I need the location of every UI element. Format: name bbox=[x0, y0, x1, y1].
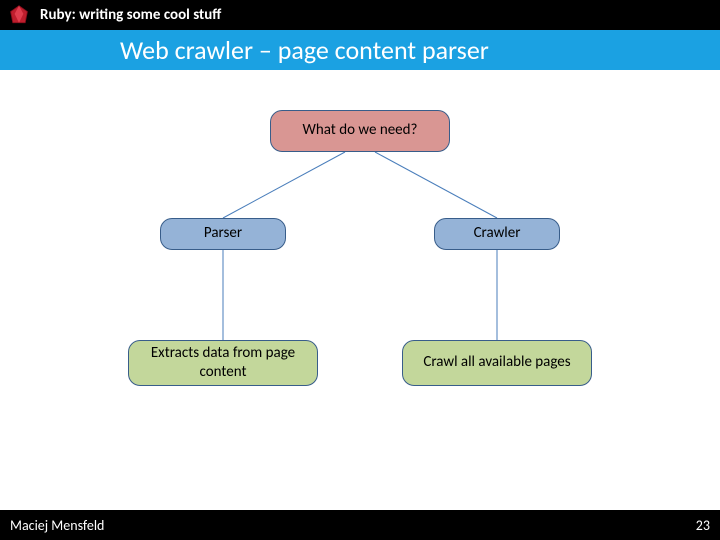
diagram-node-root: What do we need? bbox=[270, 110, 450, 152]
diagram-node-parser: Parser bbox=[160, 218, 286, 250]
ruby-logo-icon bbox=[8, 4, 30, 26]
header-text: Ruby: writing some cool stuff bbox=[40, 6, 221, 24]
node-label: Parser bbox=[204, 224, 242, 244]
title-bar: Web crawler – page content parser bbox=[0, 30, 720, 70]
header-bar: Ruby: writing some cool stuff bbox=[0, 0, 720, 30]
diagram-node-crawler: Crawler bbox=[434, 218, 560, 250]
page-title: Web crawler – page content parser bbox=[120, 34, 489, 66]
diagram-area: What do we need? Parser Crawler Extracts… bbox=[0, 70, 720, 510]
node-label: Crawl all available pages bbox=[423, 353, 570, 373]
node-label: What do we need? bbox=[303, 121, 418, 141]
footer-page-number: 23 bbox=[696, 517, 710, 534]
node-label: Crawler bbox=[474, 224, 521, 244]
footer-author: Maciej Mensfeld bbox=[10, 517, 104, 534]
diagram-node-crawl-all: Crawl all available pages bbox=[402, 340, 592, 386]
footer-bar: Maciej Mensfeld 23 bbox=[0, 510, 720, 540]
node-label: Extracts data from page content bbox=[137, 344, 309, 383]
diagram-node-extracts: Extracts data from page content bbox=[128, 340, 318, 386]
